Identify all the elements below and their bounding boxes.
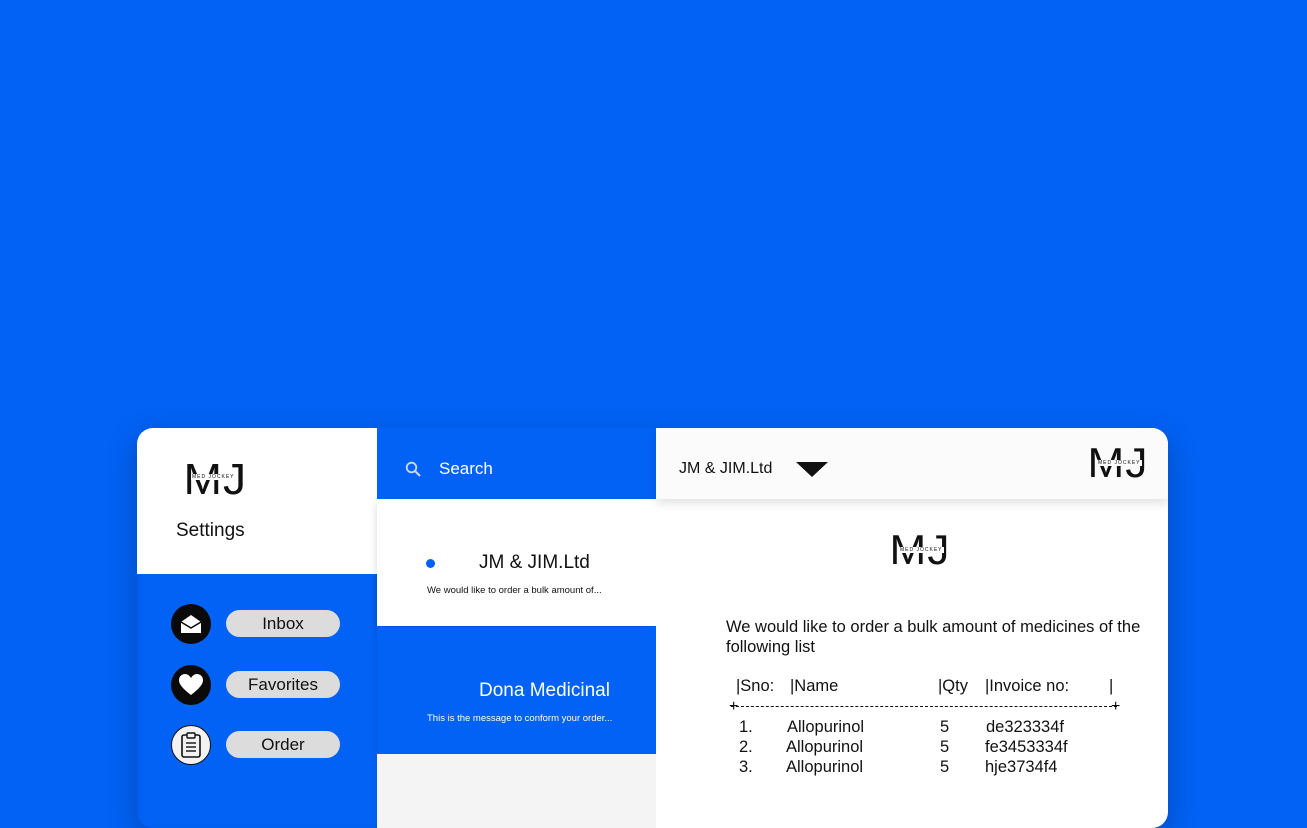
table-cell-qty: 5 xyxy=(940,718,950,736)
unread-dot xyxy=(426,559,435,568)
message-item[interactable]: JM & JIM.Ltd We would like to order a bu… xyxy=(377,499,656,626)
search-bar[interactable]: Search xyxy=(378,428,656,499)
search-input[interactable]: Search xyxy=(439,459,493,479)
sidebar-item-label: Favorites xyxy=(226,671,340,698)
table-header-qty: |Qty xyxy=(938,677,968,695)
table-cell-sno: 1. xyxy=(739,718,753,736)
envelope-icon xyxy=(171,604,211,644)
brand-logo: MJ MED JOCKEY xyxy=(183,458,246,502)
table-separator-right: + xyxy=(1111,698,1121,715)
table-cell-qty: 5 xyxy=(940,758,950,776)
search-icon xyxy=(405,461,421,477)
message-body: We would like to order a bulk amount of … xyxy=(726,618,1141,656)
table-header-name: |Name xyxy=(790,677,839,695)
table-cell-qty: 5 xyxy=(940,738,950,756)
sidebar-item-order[interactable]: Order xyxy=(171,725,341,765)
email-app-window: MJ MED JOCKEY Settings Inbox Favorites xyxy=(137,428,1168,828)
table-cell-name: Allopurinol xyxy=(786,738,864,756)
message-item[interactable] xyxy=(377,754,656,828)
heart-icon xyxy=(171,665,211,705)
settings-title: Settings xyxy=(176,520,245,541)
table-cell-invoice: fe3453334f xyxy=(985,738,1068,756)
sidebar-item-favorites[interactable]: Favorites xyxy=(171,665,341,705)
sidebar-item-label: Inbox xyxy=(226,610,340,637)
table-header-end: | xyxy=(1109,677,1114,695)
letterhead-logo: MJ MED JOCKEY xyxy=(889,526,951,573)
chevron-down-icon[interactable] xyxy=(796,462,828,477)
company-selector-label[interactable]: JM & JIM.Ltd xyxy=(679,460,772,478)
table-cell-sno: 2. xyxy=(739,738,753,756)
sidebar-header: MJ MED JOCKEY Settings xyxy=(137,428,377,574)
sidebar-nav: Inbox Favorites Order xyxy=(137,574,377,828)
header-logo: MJ MED JOCKEY xyxy=(1087,439,1149,486)
detail-header: JM & JIM.Ltd MJ MED JOCKEY xyxy=(656,428,1168,499)
clipboard-icon xyxy=(171,725,211,765)
table-separator-left: + xyxy=(729,698,739,715)
message-item[interactable]: Dona Medicinal This is the message to co… xyxy=(377,627,656,754)
table-cell-invoice: de323334f xyxy=(986,718,1064,736)
table-header-sno: |Sno: xyxy=(736,677,775,695)
table-header-invoice: |Invoice no: xyxy=(985,677,1070,695)
table-cell-invoice: hje3734f4 xyxy=(985,758,1058,776)
sidebar-item-label: Order xyxy=(226,731,340,758)
message-sender: Dona Medicinal xyxy=(479,680,610,701)
table-cell-sno: 3. xyxy=(739,758,753,776)
sidebar-item-inbox[interactable]: Inbox xyxy=(171,604,341,644)
table-cell-name: Allopurinol xyxy=(786,758,864,776)
message-sender: JM & JIM.Ltd xyxy=(479,552,590,573)
table-cell-name: Allopurinol xyxy=(787,718,865,736)
message-detail: JM & JIM.Ltd MJ MED JOCKEY MJ MED JOCKEY… xyxy=(656,428,1168,828)
table-separator xyxy=(731,706,1117,707)
message-preview: We would like to order a bulk amount of.… xyxy=(427,585,602,596)
message-preview: This is the message to conform your orde… xyxy=(427,713,613,724)
